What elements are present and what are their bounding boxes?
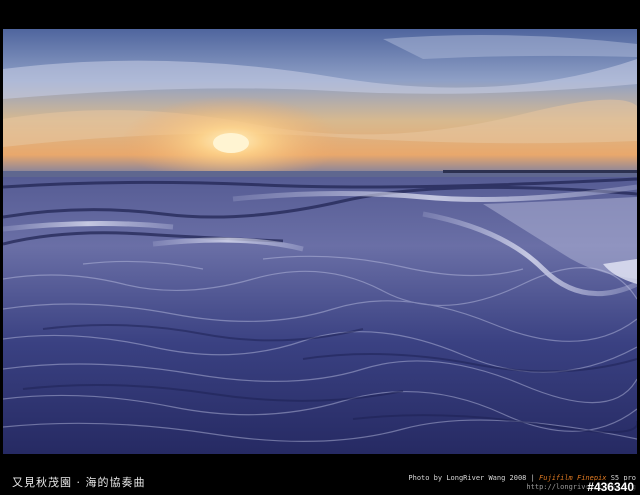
photo-caption: 又見秋茂園 · 海的協奏曲 (12, 476, 146, 489)
photographer-credit: Photo by LongRiver Wang 2008 | (408, 474, 535, 482)
distant-pier (443, 170, 637, 173)
photo-frame (0, 0, 640, 495)
sun (213, 133, 249, 153)
image-id-badge: #436340 (585, 480, 636, 494)
seascape-photo (3, 29, 637, 454)
seascape-illustration (3, 29, 637, 454)
